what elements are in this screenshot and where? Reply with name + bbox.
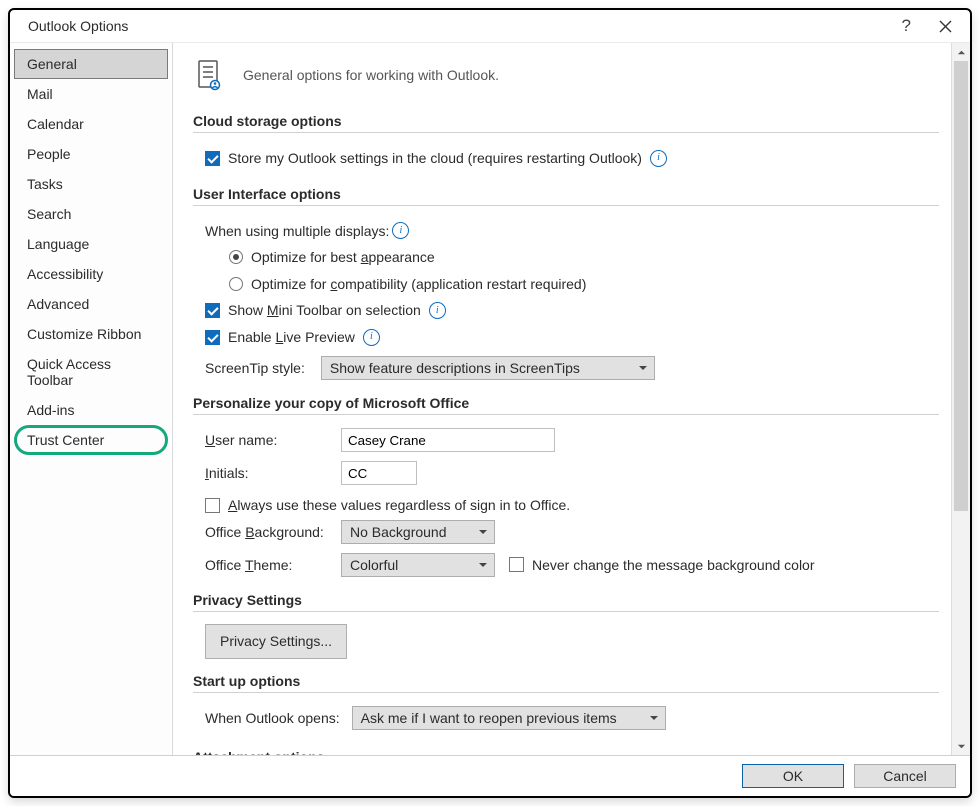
info-icon[interactable]: i xyxy=(392,222,409,239)
category-sidebar: General Mail Calendar People Tasks Searc… xyxy=(10,43,173,755)
content-pane: General options for working with Outlook… xyxy=(173,43,951,755)
general-options-icon xyxy=(193,57,229,93)
sidebar-item-search[interactable]: Search xyxy=(14,199,168,229)
radio-optimize-appearance[interactable]: Optimize for best appearance xyxy=(229,244,939,271)
initials-label: Initials: xyxy=(205,460,333,487)
sidebar-item-general[interactable]: General xyxy=(14,49,168,79)
input-initials[interactable] xyxy=(341,461,417,485)
combo-screentip-style[interactable]: Show feature descriptions in ScreenTips xyxy=(321,356,655,380)
section-privacy-title: Privacy Settings xyxy=(193,592,939,612)
info-icon[interactable]: i xyxy=(429,302,446,319)
checkbox-never-change-bg[interactable]: Never change the message background colo… xyxy=(509,552,815,579)
section-startup-title: Start up options xyxy=(193,673,939,693)
multi-displays-label: When using multiple displays: xyxy=(205,218,389,245)
username-label: User name: xyxy=(205,427,333,454)
checkbox-mini-toolbar[interactable]: Show Mini Toolbar on selection i xyxy=(205,297,939,324)
options-dialog: Outlook Options ? General Mail Calendar … xyxy=(8,8,972,798)
section-ui-title: User Interface options xyxy=(193,186,939,206)
info-icon[interactable]: i xyxy=(363,329,380,346)
checkbox-store-cloud[interactable]: Store my Outlook settings in the cloud (… xyxy=(205,145,939,172)
section-personalize-title: Personalize your copy of Microsoft Offic… xyxy=(193,395,939,415)
checkbox-live-preview[interactable]: Enable Live Preview i xyxy=(205,324,939,351)
sidebar-item-people[interactable]: People xyxy=(14,139,168,169)
sidebar-item-accessibility[interactable]: Accessibility xyxy=(14,259,168,289)
sidebar-item-trust-center[interactable]: Trust Center xyxy=(14,425,168,455)
startup-label: When Outlook opens: xyxy=(205,705,340,732)
sidebar-item-mail[interactable]: Mail xyxy=(14,79,168,109)
help-icon[interactable]: ? xyxy=(902,16,911,36)
sidebar-item-tasks[interactable]: Tasks xyxy=(14,169,168,199)
scroll-up-icon[interactable] xyxy=(952,43,970,61)
ok-button[interactable]: OK xyxy=(742,764,844,788)
radio-optimize-compat[interactable]: Optimize for compatibility (application … xyxy=(229,271,939,298)
sidebar-item-addins[interactable]: Add-ins xyxy=(14,395,168,425)
title-bar: Outlook Options ? xyxy=(10,10,970,43)
dialog-footer: OK Cancel xyxy=(10,755,970,796)
info-icon[interactable]: i xyxy=(650,150,667,167)
combo-office-background[interactable]: No Background xyxy=(341,520,495,544)
sidebar-item-quick-access[interactable]: Quick Access Toolbar xyxy=(14,349,168,395)
vertical-scrollbar[interactable] xyxy=(951,43,970,755)
screentip-label: ScreenTip style: xyxy=(205,355,305,382)
combo-office-theme[interactable]: Colorful xyxy=(341,553,495,577)
scrollbar-thumb[interactable] xyxy=(954,61,968,511)
theme-label: Office Theme: xyxy=(205,552,333,579)
cancel-button[interactable]: Cancel xyxy=(854,764,956,788)
section-cloud-title: Cloud storage options xyxy=(193,113,939,133)
sidebar-item-advanced[interactable]: Advanced xyxy=(14,289,168,319)
sidebar-item-language[interactable]: Language xyxy=(14,229,168,259)
close-icon[interactable] xyxy=(939,20,952,33)
bg-label: Office Background: xyxy=(205,519,333,546)
sidebar-item-customize-ribbon[interactable]: Customize Ribbon xyxy=(14,319,168,349)
button-privacy-settings[interactable]: Privacy Settings... xyxy=(205,624,347,659)
input-username[interactable] xyxy=(341,428,555,452)
combo-startup-behavior[interactable]: Ask me if I want to reopen previous item… xyxy=(352,706,666,730)
sidebar-item-calendar[interactable]: Calendar xyxy=(14,109,168,139)
page-intro: General options for working with Outlook… xyxy=(243,67,499,83)
window-title: Outlook Options xyxy=(28,18,128,34)
checkbox-always-use[interactable]: Always use these values regardless of si… xyxy=(205,492,939,519)
scroll-down-icon[interactable] xyxy=(952,737,970,755)
